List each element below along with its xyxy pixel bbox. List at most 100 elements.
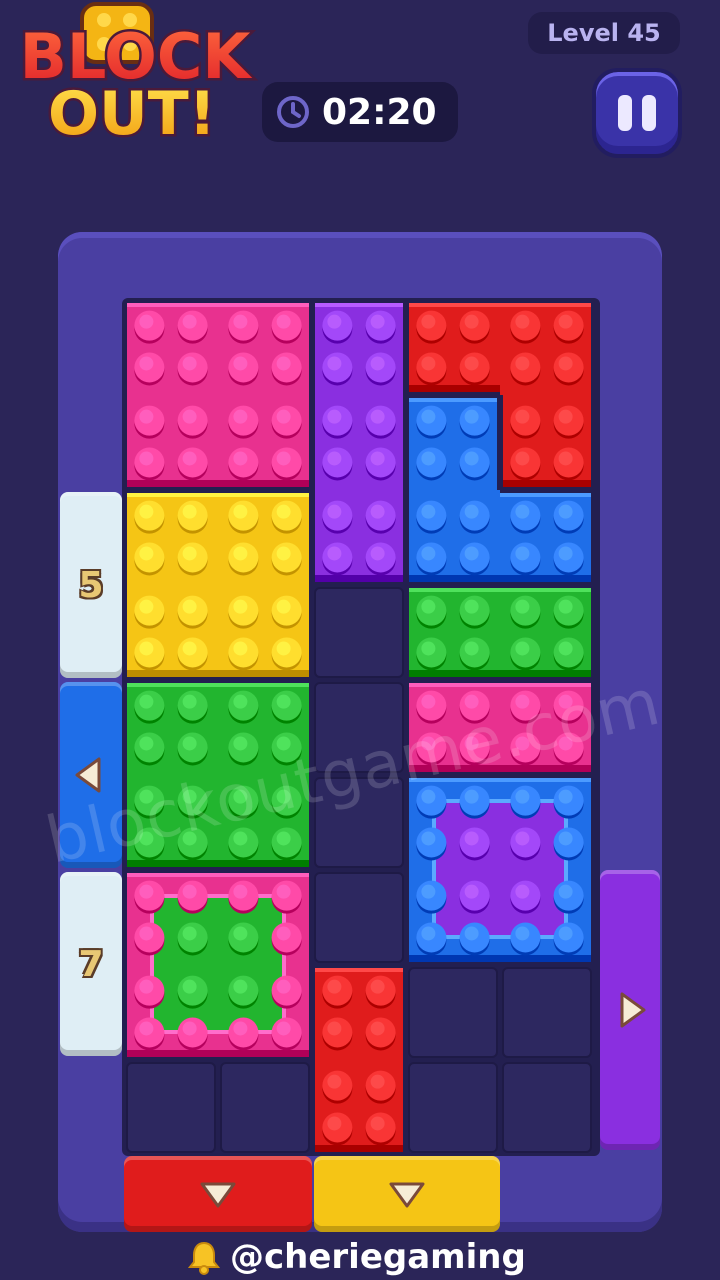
stud-highlight — [464, 736, 479, 751]
stud-highlight — [464, 546, 479, 561]
block-edge — [127, 683, 218, 687]
stud-highlight — [370, 409, 385, 424]
block-edge — [500, 683, 591, 687]
red-exit-gate-bottom — [124, 1156, 312, 1232]
block-edge — [127, 303, 218, 307]
arrow-left-icon — [75, 757, 101, 793]
stud-highlight — [233, 409, 248, 424]
pause-button[interactable] — [592, 68, 682, 158]
block-edge — [218, 480, 309, 487]
stud-highlight — [233, 979, 248, 994]
pink-block-top-left[interactable] — [124, 300, 312, 490]
stud-highlight — [233, 356, 248, 371]
stud-highlight — [515, 694, 530, 709]
stud-highlight — [276, 831, 291, 846]
stud-highlight — [464, 409, 479, 424]
stud-highlight — [464, 599, 479, 614]
pink-block-with-green-core[interactable] — [124, 870, 312, 1060]
stud-highlight — [276, 1021, 291, 1036]
stud-highlight — [276, 979, 291, 994]
stud-highlight — [464, 789, 479, 804]
stud-highlight — [139, 314, 154, 329]
logo-text-bottom: OUT! — [48, 79, 216, 149]
stud-highlight — [182, 641, 197, 656]
empty-cell — [502, 967, 592, 1058]
block-edge — [218, 670, 309, 677]
stud-highlight — [370, 1116, 385, 1131]
arrow-down-icon — [200, 1182, 236, 1208]
block-edge — [218, 873, 309, 877]
blue-block-l-shape[interactable] — [406, 395, 594, 585]
stud-highlight — [327, 504, 342, 519]
block-edge — [409, 670, 500, 677]
inner-core — [154, 898, 282, 1030]
block-edge — [409, 575, 500, 582]
block-edge — [315, 968, 403, 972]
bell-icon — [186, 1239, 222, 1275]
empty-cell — [408, 967, 498, 1058]
stud-highlight — [233, 599, 248, 614]
stud-highlight — [515, 356, 530, 371]
credit-banner: @cheriegaming — [186, 1236, 526, 1278]
empty-cell — [220, 1062, 310, 1153]
stud-highlight — [370, 546, 385, 561]
stud-highlight — [139, 641, 154, 656]
stud-highlight — [558, 546, 573, 561]
stud-highlight — [233, 546, 248, 561]
stud-highlight — [421, 831, 436, 846]
empty-cell — [314, 872, 404, 963]
purple-block-vertical[interactable] — [312, 300, 406, 585]
green-block-left[interactable] — [124, 680, 312, 870]
yellow-block[interactable] — [124, 490, 312, 680]
green-block-right[interactable] — [406, 585, 594, 680]
block-edge — [500, 670, 591, 677]
stud-highlight — [370, 356, 385, 371]
block-edge — [500, 588, 591, 592]
game-logo: BLOCK OUT! — [0, 0, 270, 160]
stud-highlight — [370, 979, 385, 994]
stud-highlight — [558, 694, 573, 709]
stud-highlight — [182, 926, 197, 941]
stud-highlight — [370, 1074, 385, 1089]
stud-highlight — [515, 831, 530, 846]
stud-highlight — [421, 451, 436, 466]
stud-highlight — [276, 694, 291, 709]
stud-highlight — [139, 926, 154, 941]
empty-cell — [314, 587, 404, 678]
stud-highlight — [182, 1021, 197, 1036]
stud-highlight — [182, 314, 197, 329]
stud-highlight — [276, 409, 291, 424]
pink-block-right[interactable] — [406, 680, 594, 775]
stud-highlight — [464, 831, 479, 846]
block-edge — [315, 575, 403, 582]
stud-highlight — [233, 1021, 248, 1036]
block-edge — [127, 873, 218, 877]
arrow-right-icon — [608, 988, 652, 1032]
inner-core — [436, 803, 564, 935]
stud-highlight — [182, 546, 197, 561]
stud-highlight — [182, 736, 197, 751]
block-edge — [127, 480, 218, 487]
stud-highlight — [276, 884, 291, 899]
empty-cell — [502, 1062, 592, 1153]
block-edge — [315, 303, 403, 307]
stud-highlight — [327, 546, 342, 561]
empty-cell — [314, 682, 404, 773]
block-edge — [500, 778, 591, 782]
arrow-left-icon — [69, 753, 113, 797]
stud-highlight — [327, 356, 342, 371]
stud-highlight — [464, 926, 479, 941]
blue-block-with-purple-core[interactable] — [406, 775, 594, 965]
stud-highlight — [515, 599, 530, 614]
red-block-bottom[interactable] — [312, 965, 406, 1155]
stud-highlight — [139, 451, 154, 466]
stud-highlight — [327, 409, 342, 424]
stud-highlight — [182, 599, 197, 614]
stud-highlight — [139, 356, 154, 371]
stud-highlight — [233, 884, 248, 899]
stud-highlight — [370, 314, 385, 329]
gate-count-label: 5 — [78, 564, 104, 606]
block-edge — [409, 778, 500, 782]
yellow-exit-gate-bottom — [314, 1156, 500, 1232]
arrow-down-icon — [196, 1172, 240, 1216]
